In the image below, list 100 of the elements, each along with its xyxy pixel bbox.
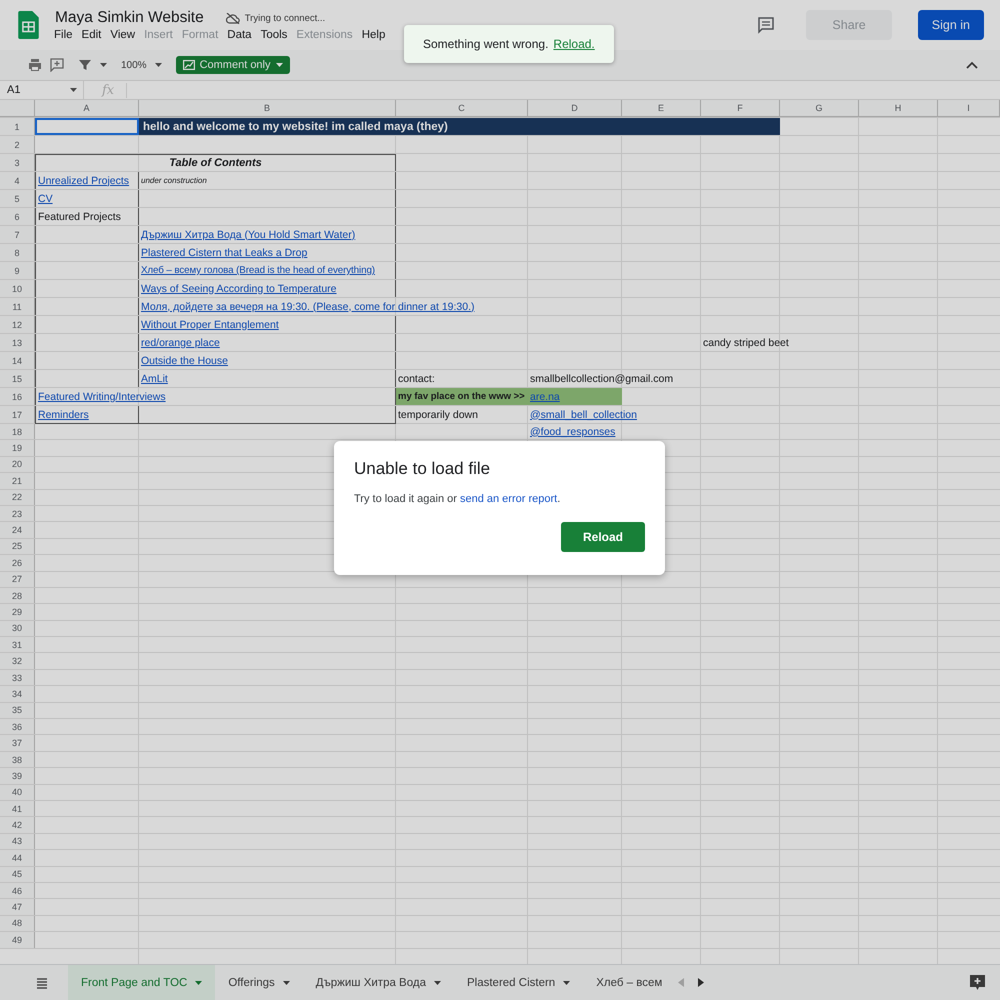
column-header[interactable]: I bbox=[938, 100, 1000, 117]
reload-button[interactable]: Reload bbox=[560, 522, 645, 552]
row-header[interactable]: 3 bbox=[0, 154, 35, 171]
add-comment-icon[interactable] bbox=[50, 58, 64, 72]
link-cell[interactable]: Моля, дойдете за вечеря на 19:30. (Please, come for dinner at 19:30.) bbox=[139, 298, 622, 315]
menu-item[interactable]: Data bbox=[227, 29, 252, 41]
row-header[interactable]: 5 bbox=[0, 190, 35, 207]
menu-item[interactable]: File bbox=[54, 29, 73, 41]
row-header[interactable]: 43 bbox=[0, 834, 35, 850]
column-header[interactable]: G bbox=[780, 100, 859, 117]
row-header[interactable]: 30 bbox=[0, 620, 35, 636]
row-header[interactable]: 21 bbox=[0, 473, 35, 489]
row-header[interactable]: 17 bbox=[0, 406, 35, 423]
explore-icon[interactable] bbox=[970, 975, 985, 990]
link-cell[interactable]: Reminders bbox=[35, 406, 139, 423]
sheet-tab[interactable]: Хлеб – всем bbox=[583, 965, 664, 1000]
row-header[interactable]: 34 bbox=[0, 686, 35, 702]
column-header[interactable]: B bbox=[139, 100, 396, 117]
row-header[interactable]: 14 bbox=[0, 352, 35, 369]
row-header[interactable]: 1 bbox=[0, 118, 35, 135]
row-header[interactable]: 35 bbox=[0, 702, 35, 718]
link-cell[interactable]: Outside the House bbox=[139, 352, 396, 369]
menu-item[interactable]: Help bbox=[362, 29, 386, 41]
row-header[interactable]: 32 bbox=[0, 653, 35, 669]
menu-icon[interactable] bbox=[36, 976, 48, 988]
link-cell[interactable]: Ways of Seeing According to Temperature bbox=[139, 280, 396, 297]
row-header[interactable]: 39 bbox=[0, 768, 35, 784]
row-header[interactable]: 36 bbox=[0, 719, 35, 734]
link-cell[interactable]: Without Proper Entanglement bbox=[139, 316, 396, 333]
comment-icon[interactable] bbox=[756, 15, 776, 35]
row-header[interactable]: 29 bbox=[0, 604, 35, 620]
row-header[interactable]: 31 bbox=[0, 637, 35, 652]
row-header[interactable]: 11 bbox=[0, 298, 35, 315]
row-header[interactable]: 6 bbox=[0, 208, 35, 225]
sheet-tab[interactable]: Държиш Хитра Вода bbox=[302, 965, 454, 1000]
row-header[interactable]: 2 bbox=[0, 136, 35, 153]
column-header[interactable]: D bbox=[528, 100, 622, 117]
link-cell[interactable]: Plastered Cistern that Leaks a Drop bbox=[139, 244, 396, 261]
filter-icon[interactable] bbox=[78, 58, 92, 72]
row-header[interactable]: 13 bbox=[0, 334, 35, 351]
document-title[interactable]: Maya Simkin Website bbox=[55, 9, 204, 27]
row-header[interactable]: 4 bbox=[0, 172, 35, 189]
column-header[interactable]: E bbox=[622, 100, 701, 117]
row-header[interactable]: 9 bbox=[0, 262, 35, 279]
print-icon[interactable] bbox=[28, 58, 42, 72]
row-header[interactable]: 42 bbox=[0, 817, 35, 833]
link-cell[interactable]: Държиш Хитра Вода (You Hold Smart Water) bbox=[139, 226, 396, 243]
row-header[interactable]: 19 bbox=[0, 440, 35, 456]
row-header[interactable]: 10 bbox=[0, 280, 35, 297]
sheet-tab[interactable]: Offerings bbox=[215, 965, 303, 1000]
menu-item[interactable]: View bbox=[110, 29, 136, 41]
row-header[interactable]: 15 bbox=[0, 370, 35, 387]
row-header[interactable]: 7 bbox=[0, 226, 35, 243]
row-header[interactable]: 45 bbox=[0, 866, 35, 882]
link-cell[interactable]: Unrealized Projects bbox=[35, 172, 139, 189]
column-header[interactable]: F bbox=[701, 100, 780, 117]
link-cell[interactable]: red/orange place bbox=[139, 334, 396, 351]
reload-link[interactable]: Reload. bbox=[553, 37, 595, 51]
sheet-tab[interactable]: Front Page and TOC bbox=[68, 965, 216, 1000]
link-cell[interactable]: are.na bbox=[528, 388, 622, 405]
row-header[interactable]: 24 bbox=[0, 522, 35, 538]
row-header[interactable]: 37 bbox=[0, 735, 35, 751]
row-header[interactable]: 25 bbox=[0, 538, 35, 554]
row-header[interactable]: 20 bbox=[0, 456, 35, 472]
row-header[interactable]: 40 bbox=[0, 784, 35, 800]
row-header[interactable]: 22 bbox=[0, 490, 35, 505]
row-header[interactable]: 12 bbox=[0, 316, 35, 333]
row-header[interactable]: 46 bbox=[0, 882, 35, 898]
menu-item[interactable]: Edit bbox=[82, 29, 102, 41]
row-header[interactable]: 49 bbox=[0, 932, 35, 948]
link-cell[interactable]: @small_bell_collection bbox=[528, 406, 701, 423]
name-box[interactable]: A1 bbox=[7, 84, 20, 96]
collapse-icon[interactable] bbox=[966, 61, 978, 69]
row-header[interactable]: 38 bbox=[0, 752, 35, 768]
row-header[interactable]: 47 bbox=[0, 899, 35, 915]
column-header[interactable]: H bbox=[859, 100, 938, 117]
column-header[interactable]: C bbox=[396, 100, 528, 117]
row-header[interactable]: 28 bbox=[0, 588, 35, 604]
link-cell[interactable]: AmLit bbox=[139, 370, 396, 387]
row-header[interactable]: 33 bbox=[0, 670, 35, 686]
row-header[interactable]: 26 bbox=[0, 555, 35, 571]
sheets-logo-icon[interactable] bbox=[18, 11, 39, 39]
error-report-link[interactable]: send an error report bbox=[460, 493, 558, 505]
row-header[interactable]: 27 bbox=[0, 572, 35, 587]
row-header[interactable]: 18 bbox=[0, 424, 35, 440]
column-header[interactable]: A bbox=[35, 100, 139, 117]
row-header[interactable]: 8 bbox=[0, 244, 35, 261]
link-cell[interactable]: Хлеб – всему голова (Bread is the head of everything) bbox=[139, 262, 396, 279]
link-cell[interactable]: @food_responses bbox=[528, 424, 701, 440]
sheet-tab[interactable]: Plastered Cistern bbox=[454, 965, 584, 1000]
row-header[interactable]: 44 bbox=[0, 850, 35, 866]
row-header[interactable]: 48 bbox=[0, 916, 35, 932]
menu-item[interactable]: Tools bbox=[260, 29, 288, 41]
link-cell[interactable]: CV bbox=[35, 190, 139, 207]
scroll-right-icon[interactable] bbox=[698, 978, 704, 987]
zoom-select[interactable]: 100% bbox=[121, 60, 147, 70]
row-header[interactable]: 23 bbox=[0, 506, 35, 522]
comment-only-button[interactable]: Comment only bbox=[176, 56, 290, 74]
row-header[interactable]: 41 bbox=[0, 800, 35, 816]
sign-in-button[interactable]: Sign in bbox=[918, 10, 984, 40]
